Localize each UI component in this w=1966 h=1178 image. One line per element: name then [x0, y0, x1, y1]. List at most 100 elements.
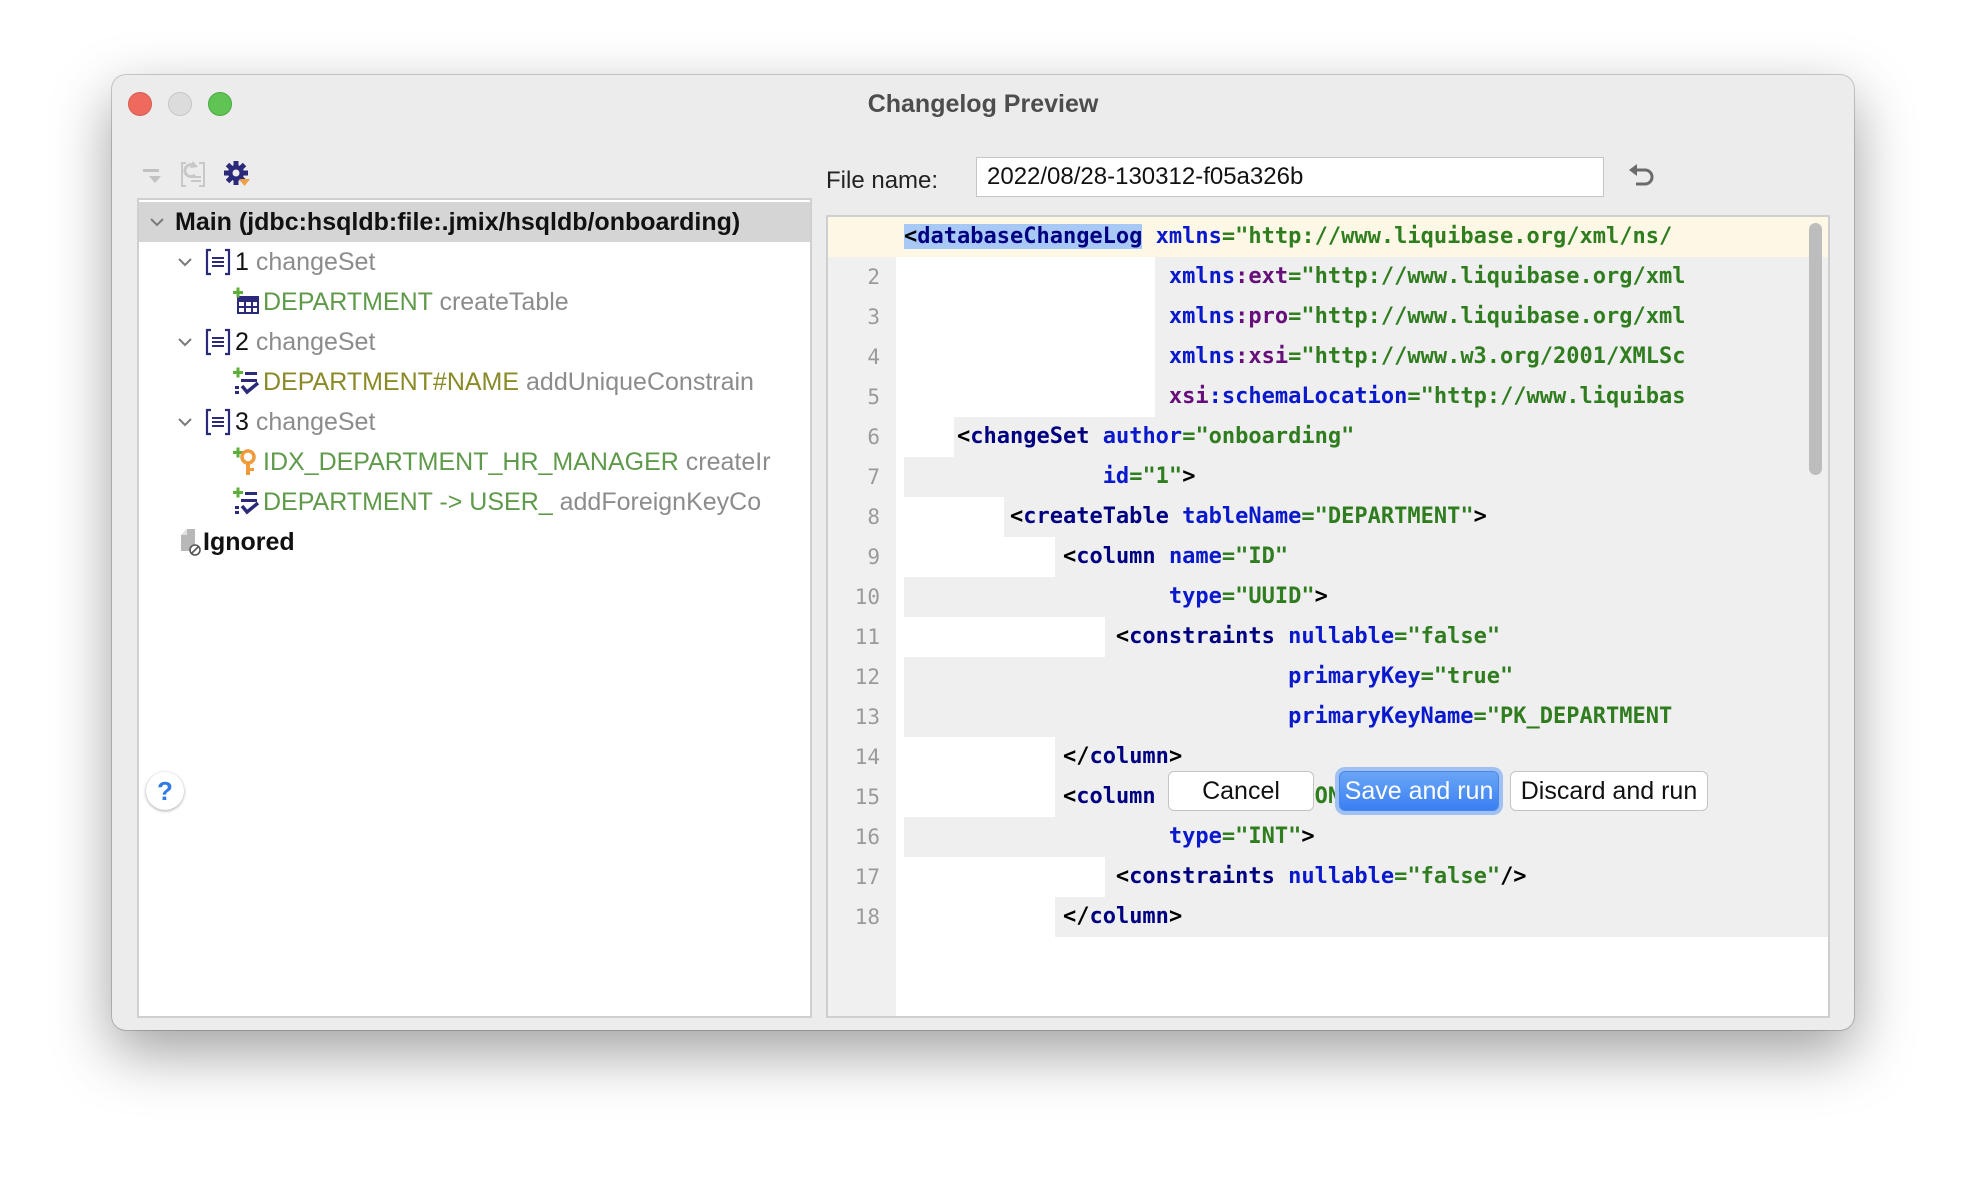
code-line: type="INT"> [904, 817, 1828, 857]
code-token-sp [904, 624, 1116, 649]
code-token-sp [904, 544, 1063, 569]
collapse-down-icon [143, 169, 161, 183]
change-operation: createIr [685, 447, 771, 476]
change-object-name: DEPARTMENT#NAME [263, 367, 520, 396]
code-token-sp [1156, 544, 1169, 569]
tree-changeset-2[interactable]: 2 changeSet [139, 322, 810, 362]
change-object-name: DEPARTMENT [263, 287, 433, 316]
code-token-sp [1275, 864, 1288, 889]
tree-ignored-node[interactable]: Ignored [139, 522, 810, 562]
code-token-sp [904, 264, 1169, 289]
code-token-val: "onboarding" [1195, 424, 1355, 449]
code-token-eq: = [1288, 264, 1302, 289]
code-token-attr: tableName [1182, 504, 1302, 529]
code-line: xmlns:xsi="http://www.w3.org/2001/XMLSc [904, 337, 1828, 377]
code-token-sp [1275, 624, 1288, 649]
line-number: 6 [867, 425, 880, 449]
code-token-eq: = [1394, 864, 1408, 889]
chevron-down-icon[interactable] [175, 412, 195, 432]
tree-change-item[interactable]: DEPARTMENT -> USER_ addForeignKeyCo [139, 482, 810, 522]
line-number: 3 [867, 305, 880, 329]
code-token-sp [904, 864, 1116, 889]
line-number: 16 [854, 825, 880, 849]
collapse-down-button[interactable] [136, 157, 170, 191]
code-line: xmlns:pro="http://www.liquibase.org/xml [904, 297, 1828, 337]
code-line: type="UUID"> [904, 577, 1828, 617]
code-token-attr: author [1102, 424, 1183, 449]
changelog-tree[interactable]: Main (jdbc:hsqldb:file:.jmix/hsqldb/onbo… [137, 198, 812, 1018]
code-line: <changeSet author="onboarding" [904, 417, 1828, 457]
ignored-label: Ignored [203, 527, 295, 556]
vertical-scrollbar[interactable] [1809, 223, 1822, 475]
code-line: primaryKey="true" [904, 657, 1828, 697]
code-token-br: </ [1062, 744, 1090, 769]
code-token-sp [904, 464, 1103, 489]
code-token-sp [904, 704, 1288, 729]
create-table-icon [233, 287, 259, 314]
code-token-br: > [1314, 584, 1328, 609]
line-number: 9 [867, 545, 880, 569]
code-token-br: < [1115, 864, 1130, 889]
code-token-attr: name [1168, 544, 1222, 569]
tree-root-main[interactable]: Main (jdbc:hsqldb:file:.jmix/hsqldb/onbo… [139, 202, 810, 242]
tree-changeset-3[interactable]: 3 changeSet [139, 402, 810, 442]
file-name-input[interactable] [976, 157, 1604, 197]
code-token-val: "1" [1142, 464, 1183, 489]
revert-icon[interactable] [1624, 161, 1658, 195]
code-token-sp [904, 504, 1010, 529]
code-line: primaryKeyName="PK_DEPARTMENT [904, 697, 1828, 737]
code-token-tag: constraints [1129, 864, 1275, 889]
change-object-name: IDX_DEPARTMENT_HR_MANAGER [263, 447, 679, 476]
code-area[interactable]: <databaseChangeLog xmlns="http://www.liq… [828, 217, 1828, 1016]
line-number: 4 [867, 345, 880, 369]
change-operation: addUniqueConstrain [526, 367, 754, 396]
code-token-attr: xmlns [1168, 344, 1236, 369]
code-token-br: < [1009, 504, 1024, 529]
cancel-button[interactable]: Cancel [1168, 771, 1314, 811]
tree-changeset-1[interactable]: 1 changeSet [139, 242, 810, 282]
xml-code-editor[interactable]: 123456789101112131415161718 <databaseCha… [826, 215, 1830, 1018]
code-token-sp [1169, 504, 1182, 529]
create-index-key-icon [233, 447, 256, 475]
chevron-down-icon[interactable] [175, 332, 195, 352]
changeset-number: 2 [235, 327, 249, 356]
tree-change-item[interactable]: IDX_DEPARTMENT_HR_MANAGER createIr [139, 442, 810, 482]
chevron-down-icon[interactable] [147, 212, 167, 232]
changeset-label: changeSet [255, 407, 376, 436]
code-line: id="1"> [904, 457, 1828, 497]
code-token-tag: databaseChangeLog [917, 224, 1143, 249]
save-and-run-button[interactable]: Save and run [1339, 771, 1499, 811]
code-token-val: "http://www.w3.org/2001/XMLSc [1301, 344, 1686, 369]
changeset-number: 1 [235, 247, 249, 276]
code-token-br: < [1062, 784, 1077, 809]
tree-change-item[interactable]: DEPARTMENT createTable [139, 282, 810, 322]
code-token-ns: :xsi [1235, 344, 1289, 369]
code-token-sp [904, 584, 1169, 609]
code-token-br: > [1168, 904, 1183, 929]
code-token-sp [904, 744, 1063, 769]
code-token-sp [904, 824, 1169, 849]
code-token-val: "UUID" [1235, 584, 1315, 609]
code-token-attr: primaryKey [1288, 664, 1421, 689]
discard-and-run-button[interactable]: Discard and run [1510, 771, 1708, 811]
refresh-document-button[interactable] [176, 157, 210, 191]
code-token-attr: type [1168, 584, 1222, 609]
tree-change-item[interactable]: DEPARTMENT#NAME addUniqueConstrain [139, 362, 810, 402]
code-token-sp [904, 904, 1063, 929]
code-token-tag: changeSet [970, 424, 1090, 449]
code-token-sp [904, 344, 1169, 369]
code-token-sp [904, 384, 1169, 409]
code-token-eq: = [1394, 624, 1408, 649]
code-token-eq: = [1221, 584, 1236, 609]
code-token-tag: column [1089, 904, 1169, 929]
line-number: 13 [854, 705, 880, 729]
chevron-down-icon[interactable] [175, 252, 195, 272]
line-number: 5 [867, 385, 880, 409]
code-token-attr: nullable [1288, 864, 1395, 889]
code-line: <constraints nullable="false" [904, 617, 1828, 657]
help-button[interactable]: ? [146, 772, 184, 810]
code-token-tag: createTable [1023, 504, 1169, 529]
change-object-name: DEPARTMENT -> USER_ [263, 487, 553, 516]
code-line: <constraints nullable="false"/> [904, 857, 1828, 897]
settings-button[interactable] [220, 157, 254, 191]
